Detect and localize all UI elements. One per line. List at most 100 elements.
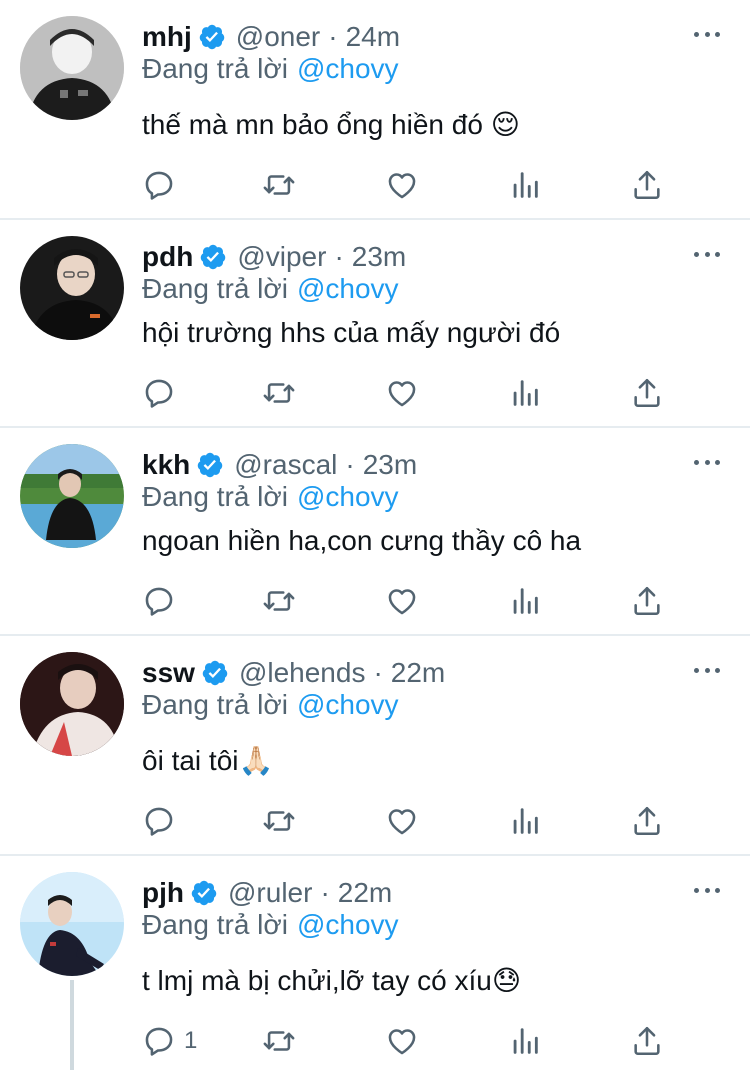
user-handle[interactable]: @oner	[236, 20, 320, 54]
separator-dot: ·	[320, 877, 330, 908]
user-handle[interactable]: @viper	[237, 240, 326, 274]
replying-to: Đang trả lời @chovy	[142, 688, 399, 722]
reply-button[interactable]	[142, 584, 184, 618]
views-button[interactable]	[508, 1024, 542, 1058]
user-handle[interactable]: @rascal	[234, 448, 337, 482]
retweet-button[interactable]	[262, 376, 296, 410]
share-button[interactable]	[630, 1024, 664, 1058]
reply-icon	[142, 376, 176, 410]
timestamp[interactable]: 23m	[352, 240, 406, 274]
avatar[interactable]	[20, 16, 124, 120]
action-bar: 1	[142, 1024, 682, 1058]
action-bar	[142, 376, 682, 410]
tweet-header: kkh @rascal · 23m	[142, 448, 417, 482]
tweet-text: ngoan hiền ha,con cưng thầy cô ha	[142, 525, 582, 556]
action-bar	[142, 584, 682, 618]
views-button[interactable]	[508, 376, 542, 410]
avatar[interactable]	[20, 652, 124, 756]
share-button[interactable]	[630, 376, 664, 410]
verified-badge-icon	[196, 451, 224, 479]
user-handle[interactable]: @lehends	[239, 656, 366, 690]
views-icon	[508, 376, 542, 410]
separator-dot: ·	[334, 241, 344, 272]
reply-button[interactable]	[142, 804, 184, 838]
tweet[interactable]: mhj @oner · 24m Đang trả lời @chovy thế m…	[0, 0, 750, 220]
verified-badge-icon	[199, 243, 227, 271]
replying-to-label: Đang trả lời	[142, 689, 288, 720]
retweet-button[interactable]	[262, 168, 296, 202]
tweet-header: pdh @viper · 23m	[142, 240, 406, 274]
reply-button[interactable]	[142, 376, 184, 410]
share-icon	[630, 168, 664, 202]
tweet[interactable]: pjh @ruler · 22m Đang trả lời @chovy t lm…	[0, 856, 750, 1070]
views-button[interactable]	[508, 584, 542, 618]
replying-to: Đang trả lời @chovy	[142, 480, 399, 514]
avatar[interactable]	[20, 872, 124, 976]
reply-icon	[142, 168, 176, 202]
mention-link[interactable]: @chovy	[297, 273, 399, 304]
views-button[interactable]	[508, 168, 542, 202]
tweet[interactable]: ssw @lehends · 22m Đang trả lời @chovy ôi…	[0, 636, 750, 856]
thread-line	[70, 980, 74, 1070]
more-icon[interactable]	[694, 250, 720, 258]
tweet[interactable]: pdh @viper · 23m Đang trả lời @chovy hội …	[0, 220, 750, 428]
like-button[interactable]	[385, 376, 419, 410]
retweet-button[interactable]	[262, 804, 296, 838]
share-button[interactable]	[630, 804, 664, 838]
views-icon	[508, 1024, 542, 1058]
retweet-button[interactable]	[262, 584, 296, 618]
mention-link[interactable]: @chovy	[297, 689, 399, 720]
tweet-text: hội trường hhs của mấy người đó	[142, 317, 561, 348]
like-button[interactable]	[385, 168, 419, 202]
tweet-text: t lmj mà bị chửi,lỡ tay có xíu😓	[142, 965, 522, 996]
like-button[interactable]	[385, 804, 419, 838]
share-button[interactable]	[630, 584, 664, 618]
views-icon	[508, 168, 542, 202]
retweet-button[interactable]	[262, 1024, 296, 1058]
like-icon	[385, 804, 419, 838]
more-icon[interactable]	[694, 886, 720, 894]
like-icon	[385, 376, 419, 410]
timestamp[interactable]: 24m	[346, 20, 400, 54]
avatar[interactable]	[20, 444, 124, 548]
display-name[interactable]: mhj	[142, 20, 192, 54]
display-name[interactable]: pjh	[142, 876, 184, 910]
action-bar	[142, 168, 682, 202]
timestamp[interactable]: 22m	[338, 876, 392, 910]
replying-to-label: Đang trả lời	[142, 53, 288, 84]
action-bar	[142, 804, 682, 838]
like-icon	[385, 584, 419, 618]
mention-link[interactable]: @chovy	[297, 481, 399, 512]
verified-badge-icon	[201, 659, 229, 687]
separator-dot: ·	[345, 449, 355, 480]
reply-feed: mhj @oner · 24m Đang trả lời @chovy thế m…	[0, 0, 750, 1070]
avatar[interactable]	[20, 236, 124, 340]
tweet-header: mhj @oner · 24m	[142, 20, 400, 54]
like-icon	[385, 168, 419, 202]
display-name[interactable]: kkh	[142, 448, 190, 482]
timestamp[interactable]: 22m	[391, 656, 445, 690]
tweet[interactable]: kkh @rascal · 23m Đang trả lời @chovy ngo…	[0, 428, 750, 636]
timestamp[interactable]: 23m	[363, 448, 417, 482]
reply-button[interactable]	[142, 168, 184, 202]
display-name[interactable]: pdh	[142, 240, 193, 274]
more-icon[interactable]	[694, 666, 720, 674]
views-button[interactable]	[508, 804, 542, 838]
retweet-icon	[262, 804, 296, 838]
reply-button[interactable]: 1	[142, 1024, 197, 1058]
more-icon[interactable]	[694, 30, 720, 38]
replying-to: Đang trả lời @chovy	[142, 908, 399, 942]
mention-link[interactable]: @chovy	[297, 909, 399, 940]
like-button[interactable]	[385, 584, 419, 618]
user-handle[interactable]: @ruler	[228, 876, 312, 910]
display-name[interactable]: ssw	[142, 656, 195, 690]
like-button[interactable]	[385, 1024, 419, 1058]
share-button[interactable]	[630, 168, 664, 202]
more-icon[interactable]	[694, 458, 720, 466]
share-icon	[630, 804, 664, 838]
retweet-icon	[262, 376, 296, 410]
mention-link[interactable]: @chovy	[297, 53, 399, 84]
verified-badge-icon	[190, 879, 218, 907]
reply-icon	[142, 804, 176, 838]
replying-to-label: Đang trả lời	[142, 909, 288, 940]
